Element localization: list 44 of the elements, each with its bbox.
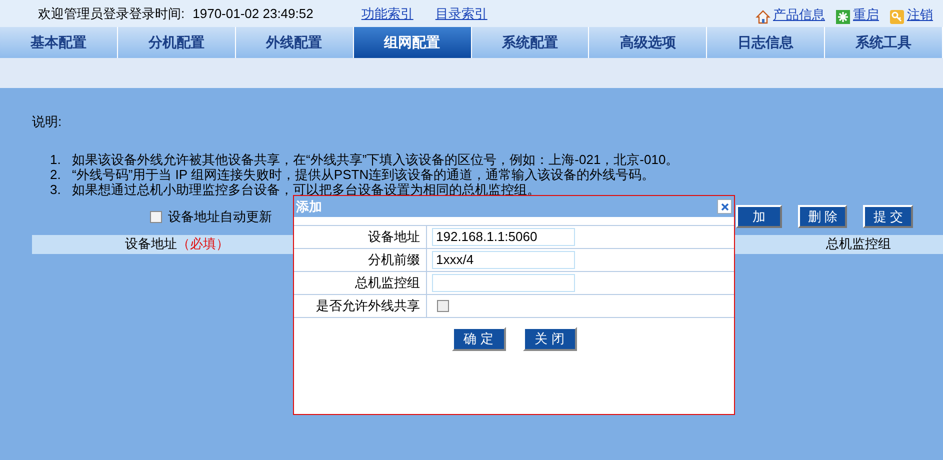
index-link[interactable]: 目录索引 — [435, 4, 488, 24]
list-number: 3. — [50, 182, 62, 196]
nav-tab[interactable]: 高级选项 — [589, 27, 708, 58]
header-link[interactable]: 产品信息 — [773, 2, 825, 25]
house-icon — [755, 8, 771, 25]
list-number: 2. — [50, 166, 62, 182]
toolbar-button[interactable]: 提 交 — [863, 205, 913, 228]
close-button[interactable] — [717, 199, 732, 214]
nav-tab[interactable]: 日志信息 — [707, 27, 826, 58]
nav-tab[interactable]: 外线配置 — [236, 27, 354, 58]
header-link[interactable]: 注销 — [907, 2, 933, 25]
field-label: 总机监控组 — [294, 272, 427, 294]
header-link[interactable]: 重启 — [853, 2, 879, 25]
welcome-text: 欢迎管理员登录登录时间: — [38, 4, 185, 23]
dialog-button[interactable]: 关 闭 — [522, 327, 576, 351]
nav-tab[interactable]: 分机配置 — [118, 27, 236, 58]
field-label: 分机前缀 — [294, 249, 427, 271]
login-time: 1970-01-02 23:49:52 — [192, 4, 314, 23]
nav-tab[interactable]: 系统配置 — [472, 27, 590, 58]
note-text: 如果该设备外线允许被其他设备共享，在“外线共享”下填入该设备的区位号，例如：上海-021，北京-010。 — [72, 152, 679, 166]
toolbar-button[interactable]: 删 除 — [798, 205, 848, 228]
column-header: 总机监控组 — [826, 235, 891, 254]
toolbar-button[interactable]: 加 — [736, 205, 782, 228]
nav-tab[interactable]: 系统工具 — [825, 27, 943, 58]
key-icon — [889, 8, 905, 25]
dialog-title: 添加 — [296, 198, 322, 216]
note-text: “外线号码”用于当 IP 组网连接失败时，提供从PSTN连到该设备的通道，通常输入该设备的外线号码。 — [72, 166, 655, 182]
column-header: 设备地址（必填） — [125, 235, 229, 254]
checkbox[interactable] — [150, 210, 162, 222]
input-field[interactable]: 1xxx/4 — [432, 251, 575, 269]
input-field[interactable] — [432, 274, 575, 292]
notes-title: 说明: — [32, 113, 63, 131]
nav-tab[interactable]: 基本配置 — [0, 27, 118, 58]
sparkle-icon — [835, 8, 851, 25]
checkbox-label: 设备地址自动更新 — [168, 208, 272, 226]
nav-tab[interactable]: 组网配置 — [354, 27, 472, 58]
field-label: 是否允许外线共享 — [294, 295, 427, 317]
close-icon — [720, 202, 728, 210]
index-link[interactable]: 功能索引 — [361, 4, 414, 24]
dialog-button[interactable]: 确 定 — [452, 327, 506, 351]
checkbox[interactable] — [437, 300, 449, 312]
input-field[interactable]: 192.168.1.1:5060 — [432, 228, 575, 246]
field-label: 设备地址 — [294, 226, 427, 248]
list-number: 1. — [50, 152, 62, 166]
